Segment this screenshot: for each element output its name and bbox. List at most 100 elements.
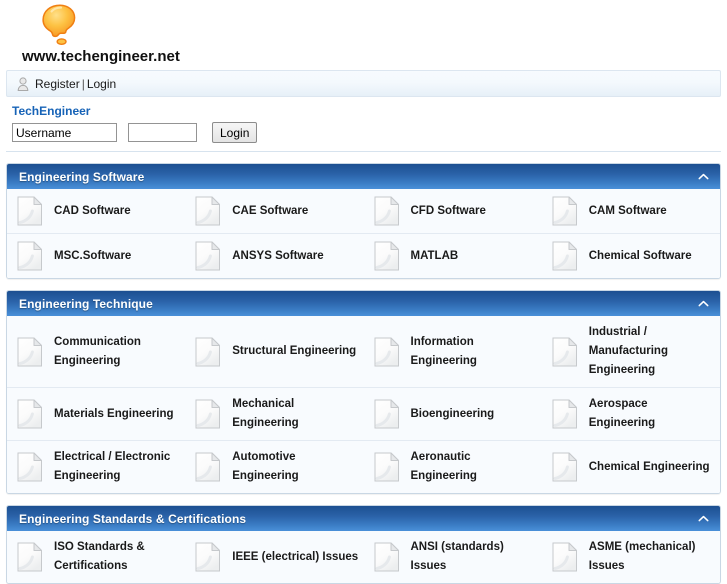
site-masthead: www.techengineer.net [0, 0, 727, 70]
category-row: Communication Engineering Structural Eng… [7, 316, 720, 387]
category-item[interactable]: MATLAB [364, 234, 542, 278]
header-divider [6, 151, 721, 152]
category-item-label: MSC.Software [54, 249, 132, 262]
category-item[interactable]: ANSI (standards) Issues [364, 531, 542, 583]
document-icon [374, 542, 400, 572]
chevron-up-icon[interactable] [696, 297, 710, 311]
category-item[interactable]: CAD Software [7, 189, 185, 233]
panel-header[interactable]: Engineering Software [7, 164, 720, 189]
document-icon [552, 337, 578, 367]
chevron-up-icon[interactable] [696, 512, 710, 526]
chevron-up-icon[interactable] [696, 170, 710, 184]
category-item[interactable]: Bioengineering [364, 388, 542, 440]
category-item-label: Bioengineering [410, 407, 495, 420]
category-item[interactable]: Structural Engineering [185, 316, 363, 387]
panel: Engineering Technique Communication Engi… [6, 290, 721, 494]
panel-title: Engineering Technique [19, 296, 153, 311]
document-icon [195, 399, 221, 429]
document-icon [17, 399, 43, 429]
category-item[interactable]: Chemical Engineering [542, 441, 720, 493]
document-icon [195, 452, 221, 482]
category-item[interactable]: Aeronautic Engineering [364, 441, 542, 493]
account-links-separator: | [81, 76, 85, 91]
category-row: ISO Standards & Certifications IEEE (ele… [7, 531, 720, 583]
panel-header[interactable]: Engineering Standards & Certifications [7, 506, 720, 531]
category-item-label: Aeronautic Engineering [410, 451, 477, 482]
category-item-label: Materials Engineering [54, 407, 174, 420]
document-icon [195, 196, 221, 226]
category-item[interactable]: Communication Engineering [7, 316, 185, 387]
document-icon [374, 241, 400, 271]
category-item[interactable]: Aerospace Engineering [542, 388, 720, 440]
category-item-label: ASME (mechanical) Issues [588, 541, 696, 572]
category-item[interactable]: CAE Software [185, 189, 363, 233]
login-form: TechEngineer Login [0, 97, 727, 143]
login-link[interactable]: Login [87, 77, 116, 91]
login-submit-button[interactable]: Login [212, 122, 258, 143]
document-icon [195, 542, 221, 572]
category-item-label: Chemical Software [588, 249, 692, 262]
category-item[interactable]: Materials Engineering [7, 388, 185, 440]
category-row: Electrical / Electronic Engineering Auto… [7, 440, 720, 493]
login-form-title: TechEngineer [12, 104, 91, 118]
category-item[interactable]: Electrical / Electronic Engineering [7, 441, 185, 493]
document-icon [195, 337, 221, 367]
panel-header[interactable]: Engineering Technique [7, 291, 720, 316]
panel-title: Engineering Standards & Certifications [19, 511, 247, 526]
document-icon [552, 399, 578, 429]
category-item-label: Aerospace Engineering [588, 398, 656, 429]
category-item-label: Mechanical Engineering [232, 398, 299, 429]
password-input[interactable] [128, 123, 197, 142]
register-link[interactable]: Register [35, 77, 80, 91]
document-icon [17, 452, 43, 482]
category-item[interactable]: Information Engineering [364, 316, 542, 387]
document-icon [17, 241, 43, 271]
category-item[interactable]: IEEE (electrical) Issues [185, 531, 363, 583]
category-item-label: IEEE (electrical) Issues [232, 550, 359, 563]
category-item[interactable]: Automotive Engineering [185, 441, 363, 493]
username-input[interactable] [12, 123, 117, 142]
document-icon [195, 241, 221, 271]
category-item-label: CAE Software [232, 204, 309, 217]
category-item[interactable]: ISO Standards & Certifications [7, 531, 185, 583]
category-panels: Engineering Software CAD Software CAE So… [0, 163, 727, 584]
document-icon [374, 196, 400, 226]
category-row: Materials Engineering Mechanical Enginee… [7, 387, 720, 440]
category-item-label: Chemical Engineering [588, 460, 710, 473]
category-item-label: Industrial / Manufacturing Engineering [588, 326, 668, 376]
category-item-label: ANSI (standards) Issues [410, 541, 504, 572]
category-item[interactable]: Chemical Software [542, 234, 720, 278]
category-item[interactable]: CAM Software [542, 189, 720, 233]
category-item-label: Structural Engineering [232, 345, 357, 357]
document-icon [552, 452, 578, 482]
category-row: MSC.Software ANSYS Software MATLAB Chemi… [7, 233, 720, 278]
account-bar: Register | Login [6, 70, 721, 97]
document-icon [374, 337, 400, 367]
document-icon [552, 542, 578, 572]
lightbulb-speech-bubble-logo [36, 2, 84, 50]
site-name: www.techengineer.net [22, 48, 180, 65]
document-icon [374, 452, 400, 482]
category-item-label: Information Engineering [410, 335, 477, 367]
document-icon [17, 196, 43, 226]
category-item-label: ANSYS Software [232, 249, 324, 262]
panel: Engineering Software CAD Software CAE So… [6, 163, 721, 279]
panel-body: ISO Standards & Certifications IEEE (ele… [7, 531, 720, 583]
category-item[interactable]: Industrial / Manufacturing Engineering [542, 316, 720, 387]
document-icon [552, 241, 578, 271]
category-item-label: Communication Engineering [54, 335, 141, 367]
category-item-label: Electrical / Electronic Engineering [54, 451, 171, 482]
user-icon [17, 76, 29, 91]
document-icon [17, 337, 43, 367]
category-item[interactable]: Mechanical Engineering [185, 388, 363, 440]
category-item-label: CAM Software [588, 204, 667, 217]
category-item-label: CAD Software [54, 204, 131, 217]
category-item[interactable]: MSC.Software [7, 234, 185, 278]
category-item-label: ISO Standards & Certifications [54, 541, 145, 572]
category-item[interactable]: CFD Software [364, 189, 542, 233]
category-item-label: MATLAB [410, 249, 459, 262]
document-icon [374, 399, 400, 429]
category-item[interactable]: ANSYS Software [185, 234, 363, 278]
category-row: CAD Software CAE Software CFD Software C… [7, 189, 720, 233]
category-item[interactable]: ASME (mechanical) Issues [542, 531, 720, 583]
